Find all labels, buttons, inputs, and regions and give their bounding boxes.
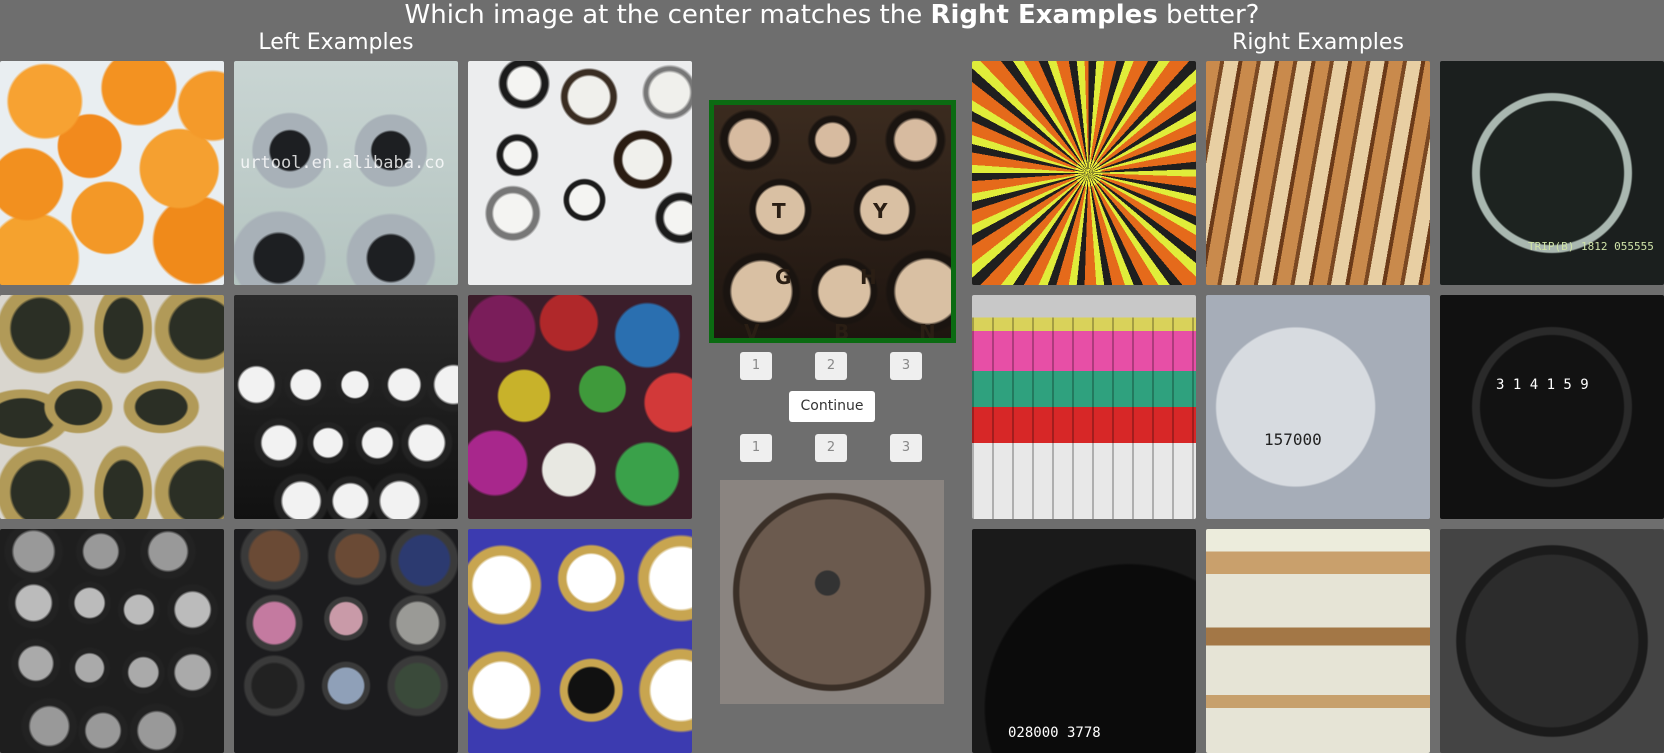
rating-top-1[interactable]: 1: [740, 352, 772, 380]
left-example-wall-clocks: [468, 61, 692, 285]
left-example-oranges: [0, 61, 224, 285]
left-examples-label: Left Examples: [258, 30, 414, 55]
center-image-typewriter-keys: T Y G H V B N: [714, 105, 951, 338]
left-example-bottle-caps: [468, 295, 692, 519]
right-example-drain: [1440, 529, 1664, 753]
continue-button[interactable]: Continue: [789, 391, 875, 422]
rating-bottom-3[interactable]: 3: [890, 434, 922, 462]
right-example-speedometer: TRIP(B) 1812 055555: [1440, 61, 1664, 285]
left-example-gauges: [468, 529, 692, 753]
question-title: Which image at the center matches the Ri…: [0, 0, 1664, 30]
left-example-plates: [0, 295, 224, 519]
right-example-speedometer-silver: 157000: [1206, 295, 1430, 519]
right-examples-label: Right Examples: [1232, 30, 1404, 55]
right-example-pencils: [972, 61, 1196, 285]
right-example-speedometer-black: 3 1 4 1 5 9: [1440, 295, 1664, 519]
right-example-speedometer-orange: 028000 3778: [972, 529, 1196, 753]
center-image-manhole-cover: [720, 480, 944, 704]
right-example-cubes: [972, 295, 1196, 519]
center-image-top-frame: T Y G H V B N: [709, 100, 956, 343]
right-example-dresser: [1206, 529, 1430, 753]
question-suffix: better?: [1157, 0, 1260, 30]
left-example-typewriter-bw: [0, 529, 224, 753]
left-example-typewriter: [234, 295, 458, 519]
question-text: Which image at the center matches the: [404, 0, 931, 30]
rating-bottom-1[interactable]: 1: [740, 434, 772, 462]
rating-top-2[interactable]: 2: [815, 352, 847, 380]
rating-bottom-2[interactable]: 2: [815, 434, 847, 462]
right-example-flutes: [1206, 61, 1430, 285]
left-example-cameos: [234, 529, 458, 753]
rating-top-3[interactable]: 3: [890, 352, 922, 380]
question-emphasis: Right Examples: [930, 0, 1158, 30]
left-example-locks: urtool.en.alibaba.co: [234, 61, 458, 285]
